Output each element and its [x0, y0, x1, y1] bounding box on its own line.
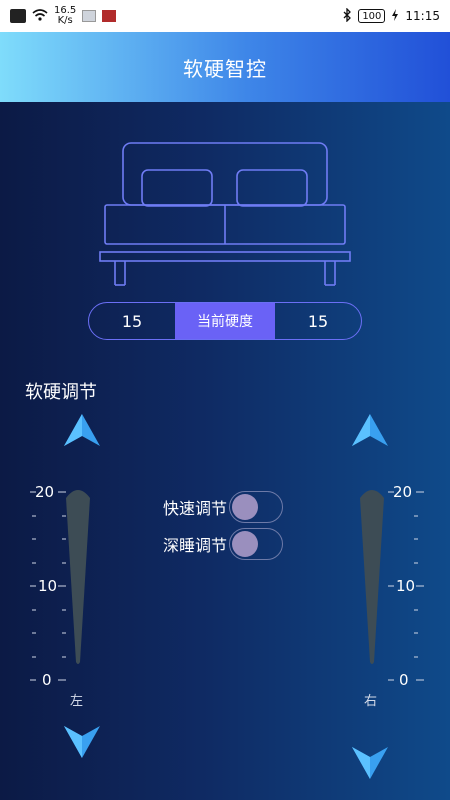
wifi-icon: [32, 8, 48, 25]
left-side-label: 左: [70, 694, 84, 709]
section-title: 软硬调节: [25, 382, 97, 403]
deep-sleep-adjust-toggle-knob: [232, 531, 259, 557]
quick-adjust-label: 快速调节: [163, 499, 228, 518]
current-hardness-label: 当前硬度: [175, 303, 275, 339]
right-side-label: 右: [364, 694, 378, 709]
app-bar: 软硬智控: [0, 32, 450, 102]
network-speed-unit: K/s: [57, 15, 73, 26]
left-scale-tick-0: 0: [42, 671, 52, 689]
app-notification-icon: [82, 10, 97, 22]
left-increase-arrow-icon[interactable]: [62, 412, 102, 448]
charging-icon: [391, 8, 399, 24]
bed-illustration: [95, 140, 355, 290]
status-bar-left: 16.5 K/s: [10, 6, 117, 26]
quick-adjust-toggle-knob: [232, 494, 259, 520]
battery-icon: 100: [358, 9, 386, 23]
quick-adjust-toggle[interactable]: [229, 491, 284, 523]
quick-adjust-row: 快速调节: [163, 491, 284, 523]
right-hardness-value: 15: [307, 311, 329, 331]
left-scale-tick-20: 20: [35, 483, 55, 501]
right-scale-tick-20: 20: [393, 483, 413, 501]
app-notification-icon-2: [102, 10, 117, 22]
deep-sleep-adjust-toggle[interactable]: [229, 528, 284, 560]
notification-icon: [10, 9, 26, 23]
battery-level: 100: [362, 10, 382, 22]
left-hardness-value: 15: [121, 311, 143, 331]
left-decrease-arrow-icon[interactable]: [62, 724, 102, 760]
status-bar: 16.5 K/s 100 11:15: [0, 0, 450, 32]
left-scale-tick-10: 10: [38, 577, 58, 595]
right-scale-tick-10: 10: [396, 577, 416, 595]
deep-sleep-adjust-label: 深睡调节: [163, 536, 228, 555]
bluetooth-icon: [342, 6, 352, 25]
current-hardness-bar: 15 当前硬度 15: [88, 302, 362, 340]
status-bar-right: 100 11:15: [342, 6, 440, 25]
right-hardness-slider[interactable]: [358, 486, 386, 668]
page-title: 软硬智控: [183, 56, 267, 81]
right-decrease-arrow-icon[interactable]: [350, 745, 390, 781]
clock: 11:15: [405, 9, 440, 23]
network-speed: 16.5 K/s: [54, 6, 76, 26]
right-scale-tick-0: 0: [399, 671, 409, 689]
left-hardness-slider[interactable]: [64, 486, 92, 668]
deep-sleep-adjust-row: 深睡调节: [163, 528, 284, 560]
right-increase-arrow-icon[interactable]: [350, 412, 390, 448]
